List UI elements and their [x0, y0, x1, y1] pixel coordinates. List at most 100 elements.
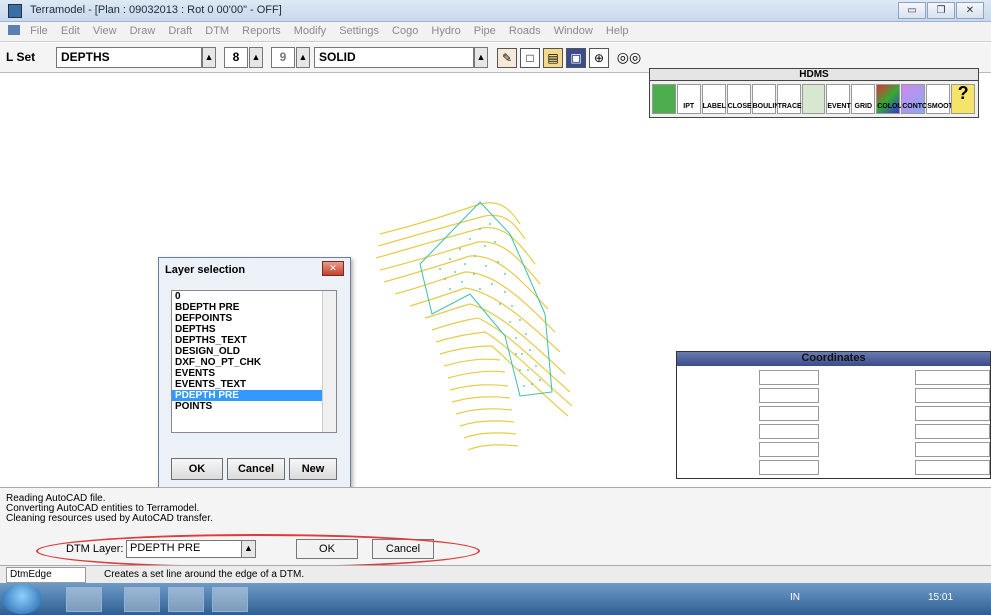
dialog-close-button[interactable]: ✕: [322, 261, 344, 276]
weight-spinner[interactable]: ▲: [296, 47, 310, 68]
dtm-boundary: [419, 201, 553, 397]
taskbar-app-button[interactable]: [212, 587, 248, 612]
coordinate-field[interactable]: [915, 424, 990, 439]
color-spinner[interactable]: ▲: [249, 47, 263, 68]
new-layer-button[interactable]: New: [289, 458, 337, 480]
hdms-toolbar: HDMS IPT LABEL CLOSE BOULINE TRACE EVENT…: [649, 68, 979, 118]
taskbar: IN 15:01: [0, 583, 991, 615]
list-item[interactable]: DESIGN_OLD: [172, 346, 336, 357]
linetype-field[interactable]: SOLID: [314, 47, 474, 68]
zoom-icon[interactable]: ⊕: [589, 48, 609, 68]
menu-window[interactable]: Window: [549, 22, 598, 41]
minimize-button[interactable]: ▭: [898, 2, 926, 19]
coordinate-field[interactable]: [915, 406, 990, 421]
menu-draft[interactable]: Draft: [163, 22, 197, 41]
status-message: Creates a set line around the edge of a …: [104, 569, 305, 580]
layer-list[interactable]: 0 BDEPTH PRE DEFPOINTS DEPTHS DEPTHS_TEX…: [171, 290, 337, 433]
clock[interactable]: 15:01: [928, 592, 953, 603]
hdms-event-button[interactable]: EVENT: [826, 84, 851, 114]
hdms-contour-button[interactable]: CONTOUR: [901, 84, 937, 114]
coordinates-title: Coordinates: [677, 352, 990, 366]
hdms-ipt-button[interactable]: IPT: [676, 84, 701, 114]
hdms-add-button[interactable]: [652, 84, 676, 114]
dtm-layer-spinner[interactable]: ▲: [241, 541, 255, 557]
menu-dtm[interactable]: DTM: [200, 22, 234, 41]
list-item[interactable]: DEPTHS: [172, 324, 336, 335]
menu-modify[interactable]: Modify: [289, 22, 331, 41]
menu-hydro[interactable]: Hydro: [426, 22, 465, 41]
list-item[interactable]: DXF_NO_PT_CHK: [172, 357, 336, 368]
taskbar-app-button[interactable]: [124, 587, 160, 612]
drawing-canvas[interactable]: Coordinates: [0, 74, 991, 486]
new-file-icon[interactable]: □: [520, 48, 540, 68]
list-scrollbar[interactable]: [322, 291, 336, 432]
layer-selection-dialog: Layer selection ✕ 0 BDEPTH PRE DEFPOINTS…: [158, 257, 351, 488]
menu-settings[interactable]: Settings: [334, 22, 384, 41]
menu-view[interactable]: View: [88, 22, 122, 41]
close-window-button[interactable]: ✕: [956, 2, 984, 19]
list-item-selected[interactable]: PDEPTH PRE: [172, 390, 336, 401]
coordinate-field[interactable]: [915, 442, 990, 457]
dialog-title: Layer selection: [165, 264, 246, 276]
start-button[interactable]: [2, 584, 42, 614]
app-icon: [8, 4, 22, 18]
contour-lines: [375, 202, 573, 451]
lset-label: L Set: [6, 50, 36, 64]
hdms-label-button[interactable]: LABEL: [701, 84, 726, 114]
hdms-smooth-button[interactable]: SMOOTH: [926, 84, 958, 114]
dtm-layer-field[interactable]: PDEPTH PRE: [126, 540, 256, 558]
menu-draw[interactable]: Draw: [125, 22, 161, 41]
list-item[interactable]: DEPTHS_TEXT: [172, 335, 336, 346]
list-item[interactable]: BDEPTH PRE: [172, 302, 336, 313]
coordinate-field[interactable]: [759, 442, 819, 457]
cancel-button[interactable]: Cancel: [227, 458, 285, 480]
coordinate-field[interactable]: [915, 460, 990, 475]
color-field[interactable]: 8: [224, 47, 248, 68]
survey-points: [439, 223, 541, 387]
list-item[interactable]: DEFPOINTS: [172, 313, 336, 324]
coordinate-field[interactable]: [915, 388, 990, 403]
menu-file[interactable]: File: [25, 22, 53, 41]
list-item[interactable]: EVENTS_TEXT: [172, 379, 336, 390]
list-item[interactable]: 0: [172, 291, 336, 302]
menu-roads[interactable]: Roads: [504, 22, 546, 41]
hdms-title: HDMS: [650, 69, 978, 81]
coordinate-field[interactable]: [915, 370, 990, 385]
help-icon[interactable]: ?: [951, 84, 975, 114]
taskbar-app-button[interactable]: [168, 587, 204, 612]
taskbar-app-button[interactable]: [66, 587, 102, 612]
open-folder-icon[interactable]: ▤: [543, 48, 563, 68]
layer-spinner[interactable]: ▲: [202, 47, 216, 68]
coordinate-field[interactable]: [759, 406, 819, 421]
maximize-button[interactable]: ❐: [927, 2, 955, 19]
window-title: Terramodel - [Plan : 09032013 : Rot 0 00…: [30, 4, 282, 16]
output-panel: Reading AutoCAD file. Converting AutoCAD…: [0, 487, 991, 565]
ok-button[interactable]: OK: [171, 458, 223, 480]
layers-icon[interactable]: ✎: [497, 48, 517, 68]
list-item[interactable]: EVENTS: [172, 368, 336, 379]
menu-reports[interactable]: Reports: [237, 22, 286, 41]
layer-field[interactable]: DEPTHS: [56, 47, 202, 68]
coordinate-field[interactable]: [759, 460, 819, 475]
dtm-ok-button[interactable]: OK: [296, 539, 358, 559]
menu-pipe[interactable]: Pipe: [469, 22, 501, 41]
menu-cogo[interactable]: Cogo: [387, 22, 423, 41]
hdms-colour-button[interactable]: COLOUR: [876, 84, 908, 114]
menu-help[interactable]: Help: [601, 22, 634, 41]
list-item[interactable]: POINTS: [172, 401, 336, 412]
hdms-grid-button[interactable]: GRID: [851, 84, 876, 114]
linetype-spinner[interactable]: ▲: [474, 47, 488, 68]
weight-field[interactable]: 9: [271, 47, 295, 68]
language-indicator[interactable]: IN: [790, 592, 800, 603]
coordinate-field[interactable]: [759, 388, 819, 403]
menu-edit[interactable]: Edit: [56, 22, 85, 41]
dtm-cancel-button[interactable]: Cancel: [372, 539, 434, 559]
save-icon[interactable]: ▣: [566, 48, 586, 68]
hdms-close-button[interactable]: CLOSE: [726, 84, 752, 114]
coordinate-field[interactable]: [759, 370, 819, 385]
zoom-tools-icon[interactable]: ◎◎: [612, 48, 646, 68]
hdms-hatch-button[interactable]: [801, 84, 826, 114]
hdms-bouline-button[interactable]: BOULINE: [751, 84, 784, 114]
hdms-trace-button[interactable]: TRACE: [776, 84, 802, 114]
coordinate-field[interactable]: [759, 424, 819, 439]
